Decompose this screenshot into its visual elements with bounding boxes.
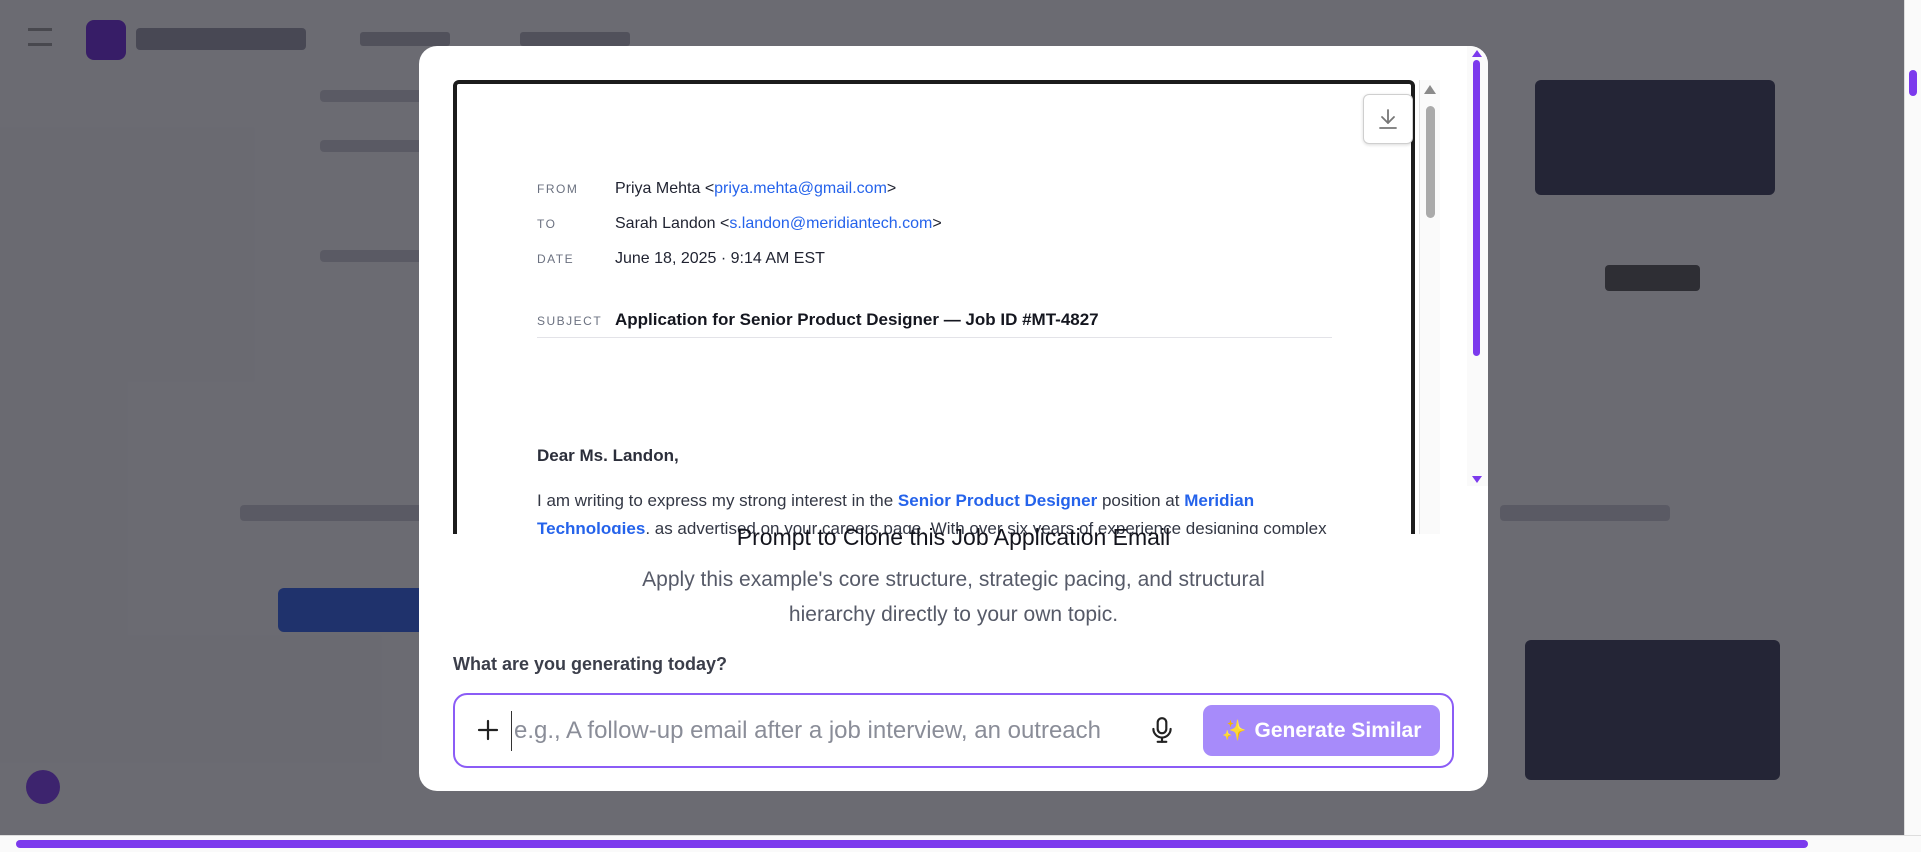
plus-icon xyxy=(477,719,499,741)
date-value: June 18, 2025 · 9:14 AM EST xyxy=(615,250,825,267)
from-value: Priya Mehta <priya.mehta@gmail.com> xyxy=(615,180,897,197)
role-highlight: Senior Product Designer xyxy=(897,491,1098,510)
date-label: DATE xyxy=(537,252,575,266)
prompt-input-container: ✨ Generate Similar xyxy=(453,693,1454,768)
modal-scroll-up-icon[interactable] xyxy=(1472,50,1482,57)
voice-input-button[interactable] xyxy=(1145,713,1179,747)
subject-row: SUBJECT Application for Senior Product D… xyxy=(537,310,1099,330)
email-document: FROM Priya Mehta <priya.mehta@gmail.com>… xyxy=(453,80,1415,534)
from-label: FROM xyxy=(537,182,579,196)
from-email-link[interactable]: priya.mehta@gmail.com xyxy=(714,180,887,197)
download-icon xyxy=(1379,109,1397,129)
preview-scroll-thumb[interactable] xyxy=(1426,106,1435,218)
page-vertical-scroll-thumb[interactable] xyxy=(1909,70,1917,96)
from-row: FROM Priya Mehta <priya.mehta@gmail.com> xyxy=(537,180,896,198)
email-greeting: Dear Ms. Landon, xyxy=(537,446,679,465)
microphone-icon xyxy=(1152,717,1172,743)
modal-scroll-down-icon[interactable] xyxy=(1472,476,1482,483)
to-value: Sarah Landon <s.landon@meridiantech.com> xyxy=(615,215,942,232)
subject-label: SUBJECT xyxy=(537,314,603,328)
date-row: DATE June 18, 2025 · 9:14 AM EST xyxy=(537,250,825,268)
page-horizontal-scrollbar[interactable] xyxy=(0,835,1921,852)
to-email-link[interactable]: s.landon@meridiantech.com xyxy=(729,215,932,232)
email-preview-frame[interactable]: FROM Priya Mehta <priya.mehta@gmail.com>… xyxy=(453,80,1440,534)
modal-subtitle: Apply this example's core structure, str… xyxy=(642,568,1265,626)
prompt-question-label: What are you generating today? xyxy=(453,654,728,674)
preview-scrollbar[interactable] xyxy=(1419,80,1440,534)
modal-scroll-thumb[interactable] xyxy=(1473,60,1480,356)
page-horizontal-scroll-thumb[interactable] xyxy=(16,840,1808,848)
modal-title: Prompt to Clone this Job Application Ema… xyxy=(736,524,1171,550)
generate-similar-button[interactable]: ✨ Generate Similar xyxy=(1203,705,1440,756)
sparkle-icon: ✨ xyxy=(1221,720,1247,742)
subject-value: Application for Senior Product Designer … xyxy=(615,310,1099,329)
clone-prompt-modal: FROM Priya Mehta <priya.mehta@gmail.com>… xyxy=(419,46,1488,791)
header-divider xyxy=(537,337,1332,338)
download-button[interactable] xyxy=(1363,94,1413,144)
scroll-up-arrow-icon[interactable] xyxy=(1424,85,1436,94)
add-attachment-button[interactable] xyxy=(473,715,503,745)
to-row: TO Sarah Landon <s.landon@meridiantech.c… xyxy=(537,215,942,233)
generate-similar-label: Generate Similar xyxy=(1254,718,1422,742)
modal-scrollbar[interactable] xyxy=(1467,46,1488,486)
page-vertical-scrollbar[interactable] xyxy=(1904,0,1921,836)
to-label: TO xyxy=(537,217,557,231)
prompt-input[interactable] xyxy=(511,711,1126,751)
